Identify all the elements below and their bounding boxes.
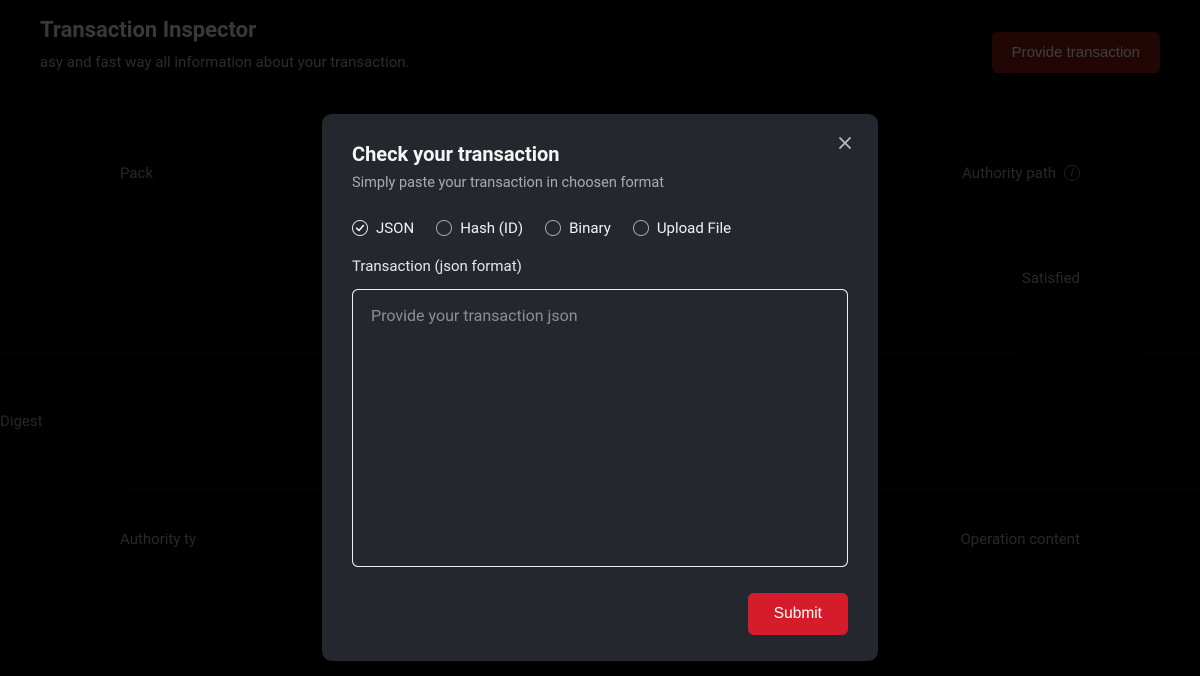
close-button[interactable] [832,130,858,156]
check-transaction-modal: Check your transaction Simply paste your… [322,114,878,661]
modal-title: Check your transaction [352,142,848,166]
radio-circle-icon [352,220,368,236]
radio-json-label: JSON [376,219,414,237]
radio-json[interactable]: JSON [352,219,414,237]
radio-circle-icon [436,220,452,236]
modal-subtitle: Simply paste your transaction in choosen… [352,174,848,191]
modal-overlay: Check your transaction Simply paste your… [0,0,1200,676]
radio-binary-label: Binary [569,219,611,237]
radio-upload-file[interactable]: Upload File [633,219,731,237]
close-icon [838,136,852,150]
transaction-textarea[interactable] [352,289,848,567]
radio-circle-icon [545,220,561,236]
radio-binary[interactable]: Binary [545,219,611,237]
format-radio-group: JSON Hash (ID) Binary Upload File [352,219,848,237]
transaction-field-label: Transaction (json format) [352,257,848,275]
radio-hash-label: Hash (ID) [460,219,523,237]
radio-circle-icon [633,220,649,236]
submit-button[interactable]: Submit [748,593,848,635]
radio-upload-label: Upload File [657,219,731,237]
modal-footer: Submit [352,593,848,635]
check-icon [355,223,365,233]
radio-hash[interactable]: Hash (ID) [436,219,523,237]
